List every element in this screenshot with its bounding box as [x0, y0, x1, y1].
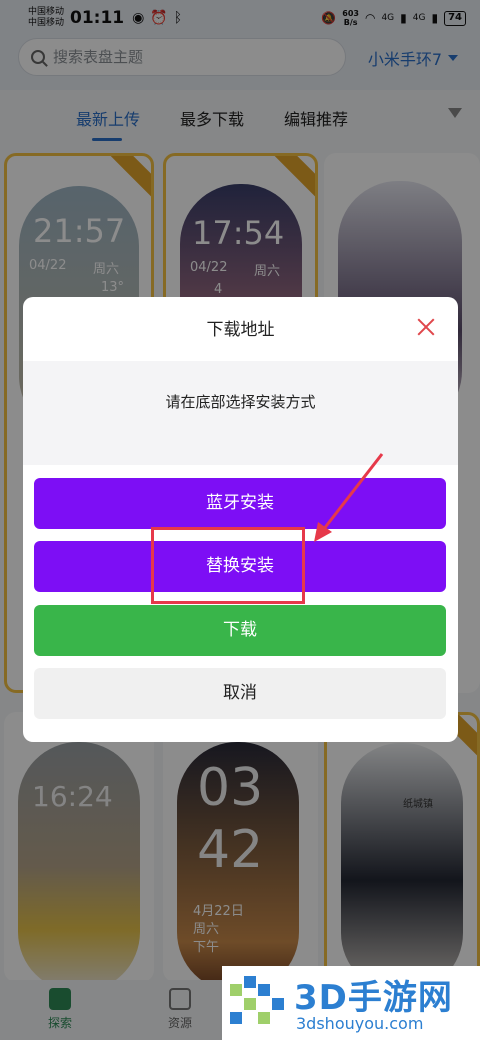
cancel-button[interactable]: 取消	[34, 668, 446, 719]
close-icon[interactable]	[416, 317, 436, 337]
download-button[interactable]: 下载	[34, 605, 446, 656]
brand-logo-icon	[230, 976, 284, 1024]
watermark-brand: 3D手游网	[294, 978, 453, 1018]
dialog-title: 下载地址	[206, 320, 275, 340]
watermark-url: 3dshouyou.com	[296, 1014, 424, 1033]
dialog-body	[23, 361, 458, 465]
dialog-message: 请在底部选择安装方式	[165, 393, 316, 411]
highlight-box	[151, 527, 305, 604]
watermark: 3D手游网 3dshouyou.com	[222, 966, 480, 1040]
annotation-arrow-icon	[314, 453, 384, 542]
download-dialog: 下载地址 请在底部选择安装方式 蓝牙安装 替换安装 下载 取消	[23, 297, 458, 742]
